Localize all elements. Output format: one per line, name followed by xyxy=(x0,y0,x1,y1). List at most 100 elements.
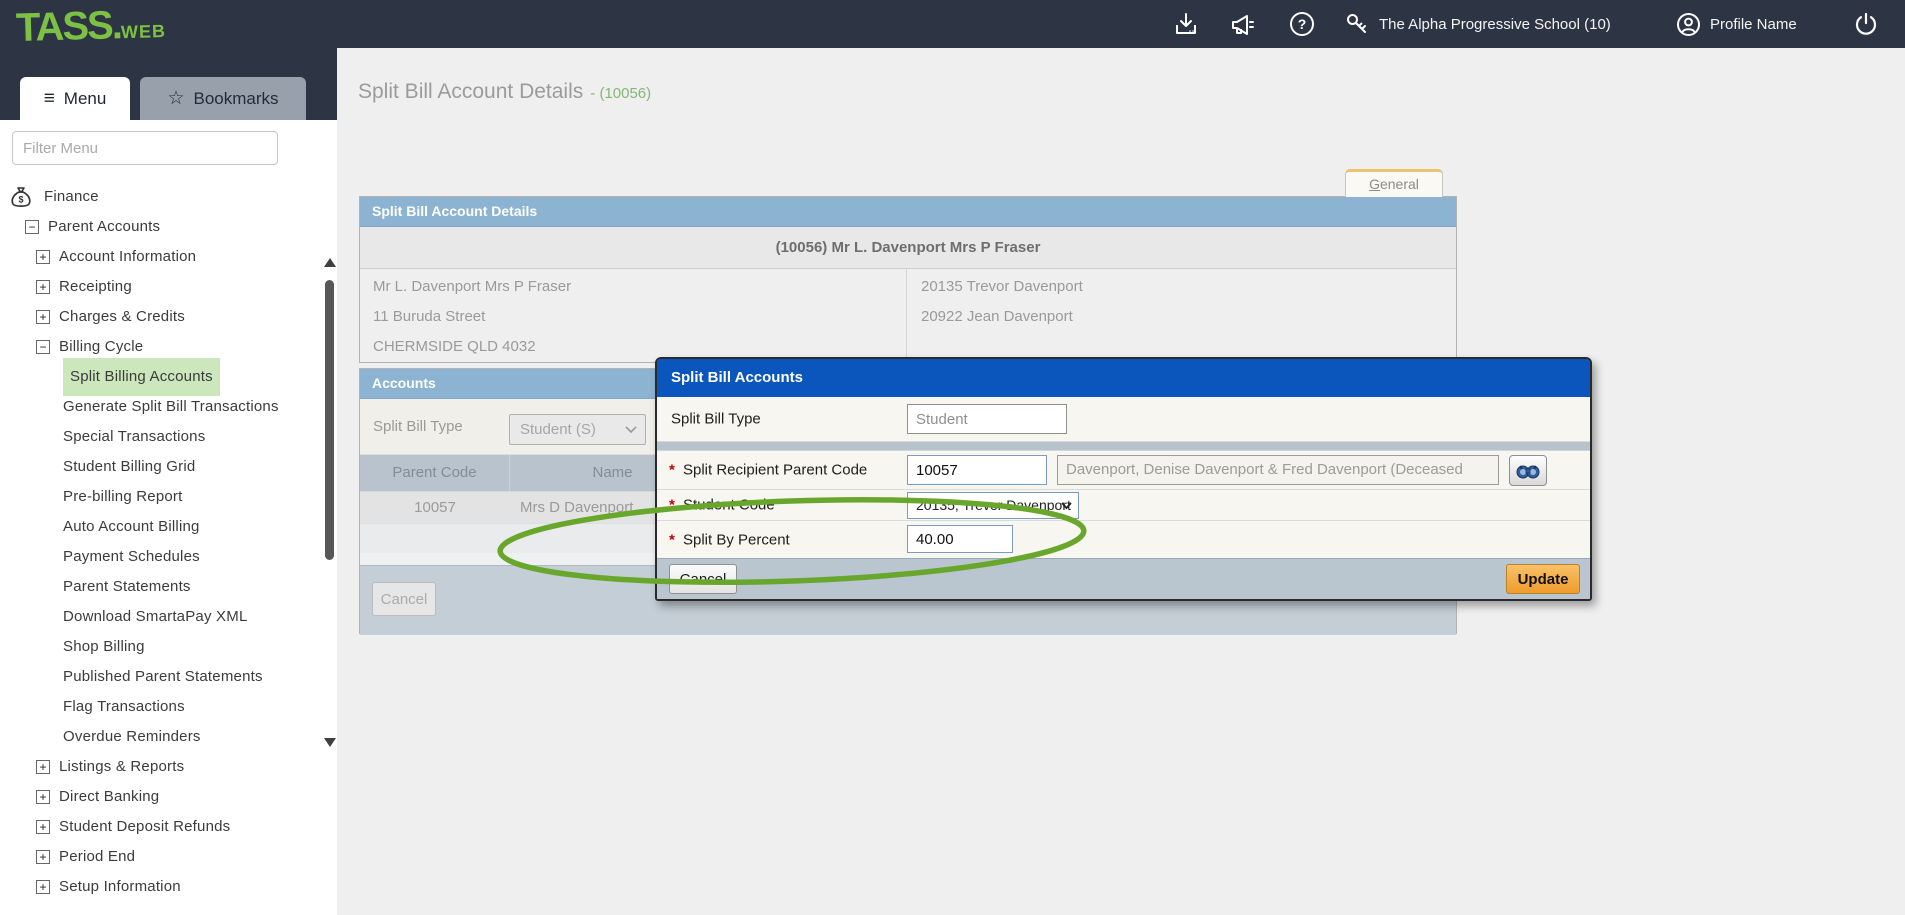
power-icon-svg xyxy=(1853,11,1879,37)
tab-menu[interactable]: ≡ Menu xyxy=(20,77,130,120)
sidebar-item-label: Payment Schedules xyxy=(63,542,200,572)
sidebar-item[interactable]: + Charges & Credits xyxy=(0,302,322,332)
sidebar-item-label: Parent Accounts xyxy=(48,212,160,242)
sidebar-item[interactable]: + Setup Information xyxy=(0,872,322,902)
sidebar-item[interactable]: Split Billing Accounts xyxy=(0,362,322,392)
student-code-label: Student Code xyxy=(683,497,775,514)
filter-menu-input[interactable] xyxy=(12,131,278,165)
sidebar-item[interactable]: Auto Account Billing xyxy=(0,512,322,542)
split-recipient-parent-code-input[interactable] xyxy=(907,455,1047,485)
key-icon xyxy=(1344,11,1370,37)
col-parent-code: Parent Code xyxy=(360,455,510,491)
modal-cancel-button[interactable]: Cancel xyxy=(669,564,737,594)
sidebar-item[interactable]: Pre-billing Report xyxy=(0,482,322,512)
binoculars-icon xyxy=(1516,462,1540,479)
expand-plus-icon[interactable]: + xyxy=(36,850,50,864)
sidebar-item[interactable]: Flag Transactions xyxy=(0,692,322,722)
sidebar-item[interactable]: Parent Statements xyxy=(0,572,322,602)
expand-plus-icon[interactable]: + xyxy=(36,820,50,834)
split-bill-type-select-disabled: Student (S) xyxy=(509,414,646,445)
sidebar-item-label: Flag Transactions xyxy=(63,692,185,722)
scrollbar-thumb[interactable] xyxy=(325,280,334,560)
split-bill-accounts-modal: Split Bill Accounts Split Bill Type * Sp… xyxy=(655,357,1592,601)
announcements-icon[interactable] xyxy=(1228,10,1256,38)
sidebar-item[interactable]: +Listings & Reports xyxy=(0,752,322,782)
school-name: The Alpha Progressive School (10) xyxy=(1379,16,1611,33)
sidebar-item[interactable]: Download SmartaPay XML xyxy=(0,602,322,632)
scrollbar-up-arrow-icon[interactable] xyxy=(324,258,336,267)
expand-plus-icon[interactable]: + xyxy=(36,280,50,294)
expand-plus-icon[interactable]: + xyxy=(36,760,50,774)
modal-row-split-recipient: * Split Recipient Parent Code Davenport,… xyxy=(657,451,1590,490)
sidebar-item-label: Finance xyxy=(44,182,99,212)
sidebar-item-label: Generate Split Bill Transactions xyxy=(63,392,279,422)
school-selector[interactable]: The Alpha Progressive School (10) xyxy=(1344,0,1611,48)
sidebar-item[interactable]: Shop Billing xyxy=(0,632,322,662)
modal-update-button[interactable]: Update xyxy=(1506,564,1580,594)
sidebar-item-label: Charges & Credits xyxy=(59,302,185,332)
sidebar-item-label: Setup Information xyxy=(59,872,181,902)
student-line: 20922 Jean Davenport xyxy=(921,302,1083,332)
split-bill-type-value: Student (S) xyxy=(520,421,596,438)
sidebar-item[interactable]: +Receipting xyxy=(0,272,322,302)
help-glyph: ? xyxy=(1290,12,1314,36)
sidebar-item-label: Published Parent Statements xyxy=(63,662,263,692)
page-title-text: Split Bill Account Details xyxy=(358,80,583,103)
help-icon[interactable]: ? xyxy=(1288,10,1316,38)
sidebar-item-label: Direct Banking xyxy=(59,782,159,812)
sidebar-item-label: Student Deposit Refunds xyxy=(59,812,230,842)
sidebar-item[interactable]: Student Billing Grid xyxy=(0,452,322,482)
sidebar-item[interactable]: Payment Schedules xyxy=(0,542,322,572)
modal-row-split-bill-type: Split Bill Type xyxy=(657,397,1590,442)
sidebar-item[interactable]: Published Parent Statements xyxy=(0,662,322,692)
sidebar-item[interactable]: −Parent Accounts xyxy=(0,212,322,242)
split-by-percent-input[interactable] xyxy=(907,525,1013,553)
modal-row-split-by-percent: * Split By Percent xyxy=(657,521,1590,558)
parent-search-button[interactable] xyxy=(1509,455,1547,486)
account-subtitle: (10056) Mr L. Davenport Mrs P Fraser xyxy=(360,227,1456,269)
tab-bookmarks[interactable]: ☆ Bookmarks xyxy=(140,77,306,120)
expand-plus-icon[interactable]: + xyxy=(36,250,50,264)
sidebar-item[interactable]: $ Finance xyxy=(0,182,322,212)
svg-text:$: $ xyxy=(18,195,23,205)
download-icon[interactable] xyxy=(1172,10,1200,38)
profile-menu[interactable]: Profile Name xyxy=(1676,0,1797,48)
student-code-select[interactable]: 20135, Trevor Davenport xyxy=(907,492,1079,519)
sidebar-item-label: Overdue Reminders xyxy=(63,722,201,752)
tab-general[interactable]: General xyxy=(1345,169,1443,197)
money-bag-icon: $ xyxy=(8,184,34,210)
sidebar-item[interactable]: + Direct Banking xyxy=(0,782,322,812)
profile-icon xyxy=(1676,12,1701,37)
sidebar-item-label: Shop Billing xyxy=(63,632,145,662)
sidebar-item[interactable]: Overdue Reminders xyxy=(0,722,322,752)
sidebar-item[interactable]: + Student Deposit Refunds xyxy=(0,812,322,842)
general-tab-label: eneral xyxy=(1380,176,1419,192)
sidebar-item[interactable]: + Period End xyxy=(0,842,322,872)
split-bill-type-label: Split Bill Type xyxy=(671,411,761,428)
expand-plus-icon[interactable]: + xyxy=(36,790,50,804)
account-students: 20135 Trevor Davenport 20922 Jean Davenp… xyxy=(921,272,1083,332)
chevron-down-icon xyxy=(625,426,637,434)
collapse-minus-icon[interactable]: − xyxy=(25,220,39,234)
sidebar-item[interactable]: Generate Split Bill Transactions xyxy=(0,392,322,422)
sidebar-item-label: Period End xyxy=(59,842,135,872)
page-title: Split Bill Account Details- (10056) xyxy=(358,80,651,104)
download-icon-svg xyxy=(1173,11,1199,37)
sidebar-item[interactable]: Special Transactions xyxy=(0,422,322,452)
sidebar-item[interactable]: +Account Information xyxy=(0,242,322,272)
logout-icon[interactable] xyxy=(1852,10,1880,38)
expand-plus-icon[interactable]: + xyxy=(36,880,50,894)
profile-name: Profile Name xyxy=(1710,16,1797,33)
sidebar-item-label: Student Billing Grid xyxy=(63,452,195,482)
sidebar-item-label: Download SmartaPay XML xyxy=(63,602,247,632)
general-tab-accesskey: G xyxy=(1369,176,1380,192)
logo-sub: WEB xyxy=(121,21,167,42)
expand-plus-icon[interactable]: + xyxy=(36,310,50,324)
accounts-cancel-button: Cancel xyxy=(372,582,436,616)
scrollbar-down-arrow-icon[interactable] xyxy=(324,738,336,747)
bookmarks-tab-label: Bookmarks xyxy=(194,89,279,109)
collapse-minus-icon[interactable]: − xyxy=(36,340,50,354)
split-bill-type-input[interactable] xyxy=(907,404,1067,434)
required-marker: * xyxy=(669,531,675,548)
required-marker: * xyxy=(669,462,675,479)
